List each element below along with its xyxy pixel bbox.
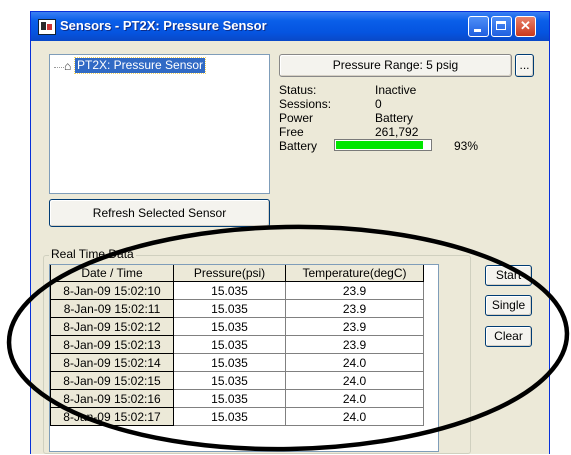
- highlight-ellipse-annotation: [6, 224, 570, 452]
- highlight-ellipse: [6, 224, 570, 452]
